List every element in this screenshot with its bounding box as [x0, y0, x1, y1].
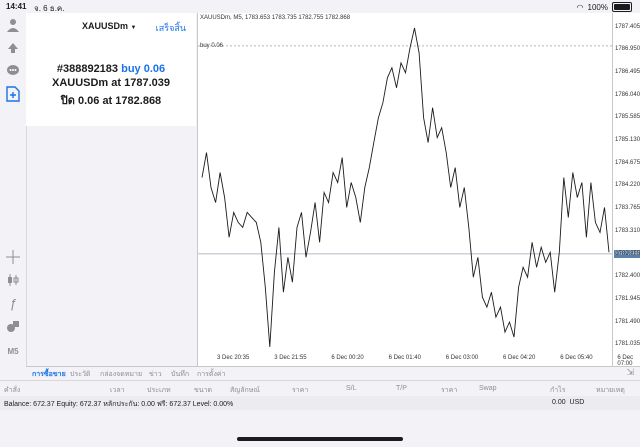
- symbol-label: XAUUSDm: [82, 21, 129, 31]
- order-line-2: XAUUSDm at 1787.039: [26, 77, 196, 89]
- y-tick-label: 1786.495: [615, 69, 640, 76]
- x-tick-label: 6 Dec 05:40: [560, 355, 593, 361]
- battery-icon: [612, 2, 632, 12]
- y-tick-label: 1782.400: [615, 273, 640, 280]
- col-sl: S/L: [346, 385, 357, 392]
- status-right: ◠ 100%: [577, 2, 632, 12]
- col-time: เวลา: [110, 387, 125, 394]
- close-price: 1782.868: [115, 95, 162, 107]
- function-icon[interactable]: ƒ: [5, 295, 21, 311]
- y-tick-label: 1783.310: [615, 227, 640, 234]
- panel-header: XAUUSDm ▼ เสร็จสิ้น: [26, 13, 196, 38]
- person-icon[interactable]: [5, 17, 21, 33]
- tab-settings[interactable]: การตั้งค่า: [197, 369, 226, 380]
- wifi-icon: ◠: [576, 2, 584, 12]
- y-tick-label: 1786.040: [615, 91, 640, 98]
- open-price: 1787.039: [124, 77, 171, 89]
- total-profit: 0.00 USD: [552, 399, 584, 406]
- order-type: buy 0.06: [121, 63, 166, 75]
- col-symbol: สัญลักษณ์: [230, 387, 260, 394]
- y-tick-label: 1783.765: [615, 205, 640, 212]
- crosshair-icon[interactable]: [5, 249, 21, 265]
- y-tick-label: 1784.220: [615, 182, 640, 189]
- col-profit: กำไร: [550, 387, 566, 394]
- chart-svg: [198, 27, 613, 348]
- price-series-line: [201, 27, 610, 348]
- trade-panel: XAUUSDm ▼ เสร็จสิ้น #388892183 buy 0.06 …: [26, 13, 196, 126]
- x-tick-label: 3 Dec 20:35: [217, 355, 250, 361]
- chevron-down-icon: ▼: [130, 25, 137, 31]
- status-time: 14:41: [6, 2, 27, 11]
- expand-icon[interactable]: ⇲: [626, 367, 634, 378]
- arrows-icon[interactable]: [5, 40, 21, 56]
- price-axis: 1782.868 1787.405 1786.950 1786.495 1786.04…: [612, 13, 640, 366]
- y-tick-label: 1781.945: [615, 295, 640, 302]
- close-line-label: ปิด 0.06 at: [60, 95, 113, 107]
- y-tick-label: 1786.950: [615, 46, 640, 53]
- col-tp: T/P: [396, 385, 407, 392]
- col-order: คำสั่ง: [4, 387, 21, 394]
- x-tick-label: 3 Dec 21:55: [274, 355, 307, 361]
- col-swap: Swap: [479, 385, 497, 392]
- x-tick-label: 6 Dec 03:00: [445, 355, 479, 361]
- order-line-1: #388892183 buy 0.06: [26, 63, 196, 75]
- order-line-3: ปิด 0.06 at 1782.868: [26, 91, 196, 109]
- x-tick-label: 6 Dec 00:20: [331, 355, 364, 361]
- y-tick-label: 1781.490: [615, 318, 640, 325]
- candles-icon[interactable]: [5, 272, 21, 288]
- done-button[interactable]: เสร็จสิ้น: [156, 21, 186, 35]
- x-tick-label: 6 Dec 01:40: [388, 355, 421, 361]
- open-line-label: XAUUSDm at: [51, 77, 122, 89]
- buy-level-label: buy 0.06: [200, 43, 224, 49]
- orders-table-header: คำสั่ง เวลา ประเภท ขนาด สัญลักษณ์ ราคา S…: [0, 380, 640, 397]
- x-tick-label: 6 Dec 04:20: [503, 355, 536, 361]
- left-toolbar: ƒ M5: [0, 13, 27, 370]
- battery-percent: 100%: [587, 2, 608, 12]
- price-chart[interactable]: [197, 13, 613, 366]
- symbol-selector[interactable]: XAUUSDm ▼: [82, 21, 136, 31]
- col-comment: หมายเหตุ: [596, 387, 625, 394]
- chat-icon[interactable]: [5, 63, 21, 79]
- currency-label: USD: [569, 399, 585, 406]
- status-bar: 14:41 จ. 6 ธ.ค. ◠ 100%: [0, 0, 640, 13]
- tab-journal[interactable]: บันทึก: [171, 369, 189, 380]
- balance-text: Balance: 672.37 Equity: 672.37 หลักประกั…: [4, 401, 234, 408]
- tab-history[interactable]: ประวัติ: [70, 369, 90, 380]
- y-tick-label: 1785.130: [615, 137, 640, 144]
- tab-news[interactable]: ข่าว: [149, 369, 162, 380]
- y-tick-label: 1781.035: [615, 341, 640, 348]
- y-tick-label: 1784.675: [615, 159, 640, 166]
- col-current-price: ราคา: [441, 387, 458, 394]
- terminal-tabs: การซื้อขาย ประวัติ กล่องจดหมาย ข่าว บันท…: [26, 366, 640, 379]
- col-type: ประเภท: [147, 387, 171, 394]
- ticket-number: #388892183: [56, 63, 119, 75]
- col-price: ราคา: [292, 387, 309, 394]
- y-tick-label: 1785.585: [615, 114, 640, 121]
- col-volume: ขนาด: [194, 387, 213, 394]
- home-indicator[interactable]: [237, 437, 403, 441]
- y-tick-label: 1787.405: [615, 23, 640, 30]
- new-order-icon[interactable]: [5, 86, 21, 102]
- timeframe-label[interactable]: M5: [5, 343, 21, 359]
- balance-row: Balance: 672.37 Equity: 672.37 หลักประกั…: [0, 396, 640, 410]
- y-tick-label: 1782.855: [615, 250, 640, 257]
- objects-icon[interactable]: [5, 318, 21, 334]
- tab-mailbox[interactable]: กล่องจดหมาย: [100, 369, 142, 380]
- chart-header: XAUUSDm, M5, 1783.653 1783.735 1782.755 …: [200, 15, 351, 21]
- profit-value: 0.00: [552, 399, 566, 406]
- tab-trade[interactable]: การซื้อขาย: [32, 369, 66, 380]
